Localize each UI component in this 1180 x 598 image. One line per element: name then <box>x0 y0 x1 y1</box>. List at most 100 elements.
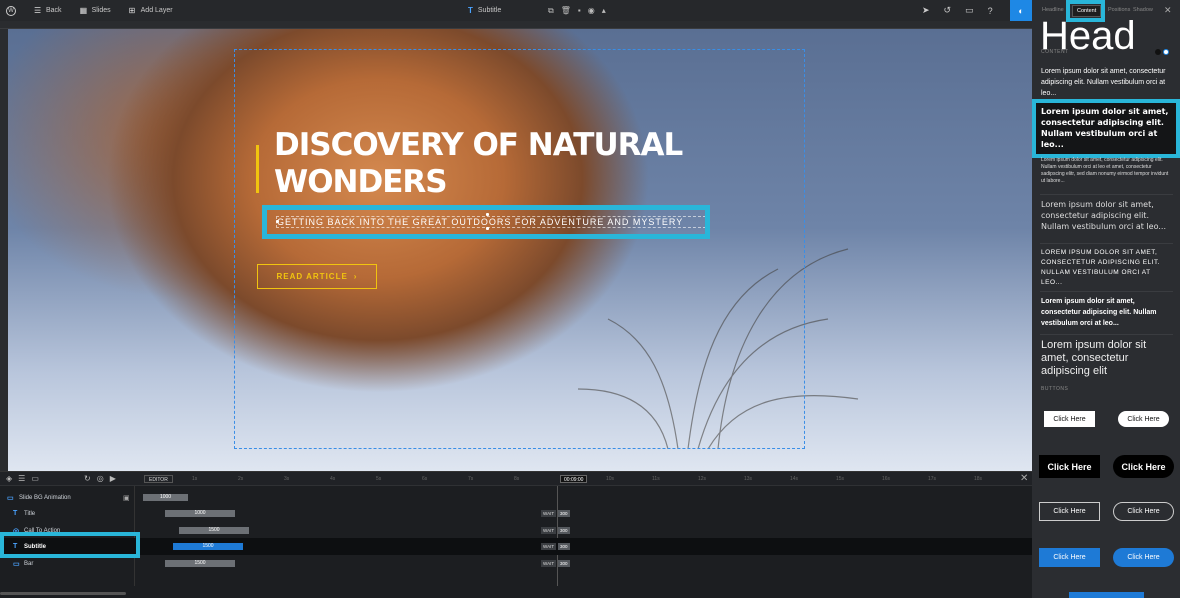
animation-bar[interactable]: 1000 <box>143 494 188 501</box>
current-layer-indicator[interactable]: T Subtitle <box>468 0 501 21</box>
loop-icon[interactable]: ↻ <box>84 474 91 483</box>
visibility-icon[interactable]: ◉ <box>588 6 595 15</box>
list-icon[interactable]: ☰ <box>18 474 25 483</box>
duplicate-icon[interactable]: ⧉ <box>548 6 554 16</box>
timeline-tick-label: 4s <box>330 476 336 482</box>
wait-label: WAIT <box>541 510 557 517</box>
menu-icon: ☰ <box>34 5 42 15</box>
divider <box>1040 291 1173 292</box>
timeline-tick-label: 7s <box>468 476 474 482</box>
button-preset-white-round[interactable]: Click Here <box>1118 411 1169 427</box>
button-preset-black-round[interactable]: Click Here <box>1113 455 1174 478</box>
theme-toggle-button[interactable]: ◐ <box>1010 0 1032 21</box>
wait-label: WAIT <box>541 527 557 534</box>
timeline-tick-label: 12s <box>698 476 707 482</box>
content-preset-1[interactable]: Lorem ipsum dolor sit amet, consectetur … <box>1041 66 1169 99</box>
button-preset-outline-square[interactable]: Click Here <box>1039 502 1100 521</box>
help-icon[interactable]: ? <box>988 6 993 16</box>
animation-bar[interactable]: 1500 <box>165 560 235 567</box>
timeline-tick-label: 5s <box>376 476 382 482</box>
play-icon[interactable]: ▶ <box>110 474 116 483</box>
timeline-tick-label: 17s <box>928 476 937 482</box>
light-swatch[interactable] <box>1163 49 1169 55</box>
timeline-layer-row[interactable]: T Title 1000 WAIT 300 <box>0 505 1032 522</box>
back-button[interactable]: ☰ Back <box>34 5 62 15</box>
read-article-button-layer[interactable]: READ ARTICLE › <box>257 264 377 289</box>
content-preset-7[interactable]: Lorem ipsum dolor sit amet, consectetur … <box>1041 339 1169 378</box>
timeline-tick-label: 10s <box>606 476 615 482</box>
horizontal-ruler <box>0 21 1032 29</box>
timeline-tick-label: 3s <box>284 476 290 482</box>
content-preset-4[interactable]: Lorem ipsum dolor sit amet, consectetur … <box>1041 199 1169 232</box>
slide-canvas[interactable]: DISCOVERY OF NATURAL WONDERS GETTING BAC… <box>8 29 1032 471</box>
timeline-tick-label: 1s <box>192 476 198 482</box>
timeline-tick-label: 15s <box>836 476 845 482</box>
timeline-layer-row[interactable]: ◎ Call To Action 1500 WAIT 300 <box>0 522 1032 539</box>
divider <box>1040 334 1173 335</box>
timeline-tick-label: 2s <box>238 476 244 482</box>
close-panel-icon[interactable]: ✕ <box>1164 5 1172 16</box>
wait-value[interactable]: 300 <box>558 510 570 517</box>
time-display[interactable]: 00:09:00 <box>560 475 588 483</box>
timeline-panel: ◈ ☰ ▭ ↻ ◎ ▶ EDITOR 1s2s3s4s5s6s7s8s9s10s… <box>0 471 1032 598</box>
text-layer-icon: T <box>468 6 473 15</box>
button-preset-partial[interactable] <box>1069 592 1144 598</box>
title-layer[interactable]: DISCOVERY OF NATURAL WONDERS <box>274 127 714 201</box>
button-preset-blue-round[interactable]: Click Here <box>1113 548 1174 567</box>
timeline-tick-label: 11s <box>652 476 660 482</box>
content-preset-3[interactable]: Lorem ipsum dolor sit amet, consectetur … <box>1041 157 1169 185</box>
timeline-tick-label: 16s <box>882 476 891 482</box>
slides-button[interactable]: ▦ Slides <box>79 5 111 15</box>
wordpress-icon[interactable]: W <box>6 5 16 16</box>
close-timeline-icon[interactable]: ✕ <box>1020 473 1028 484</box>
wait-value[interactable]: 300 <box>558 543 570 550</box>
animation-bar[interactable]: 1000 <box>165 510 235 517</box>
layer-group-bounds <box>234 49 805 449</box>
delete-icon[interactable]: 🗑 <box>561 6 571 15</box>
subtitle-row-highlight <box>0 532 140 558</box>
accent-bar-layer[interactable] <box>256 145 259 193</box>
slide-icon: ▭ <box>7 494 14 502</box>
caret-up-icon[interactable]: ▴ <box>602 6 606 15</box>
layer-tools: ⧉ 🗑 ▪ ◉ ▴ <box>548 0 606 21</box>
slides-icon: ▦ <box>79 5 88 15</box>
buttons-section-label: BUTTONS <box>1041 386 1069 392</box>
sound-icon[interactable]: ◎ <box>97 474 104 483</box>
button-preset-black-square[interactable]: Click Here <box>1039 455 1100 478</box>
folder-icon[interactable]: ▭ <box>31 474 39 483</box>
subtitle-highlight-box <box>262 205 710 239</box>
divider <box>1040 194 1173 195</box>
layers-icon[interactable]: ◈ <box>6 474 12 483</box>
cursor-icon[interactable]: ➤ <box>922 5 930 16</box>
desktop-view-icon[interactable]: ▭ <box>965 5 974 16</box>
content-preset-6[interactable]: Lorem ipsum dolor sit amet, consectetur … <box>1041 296 1169 329</box>
button-preset-blue-square[interactable]: Click Here <box>1039 548 1100 567</box>
dark-swatch[interactable] <box>1155 49 1161 55</box>
timeline-layer-row-selected[interactable]: T Subtitle 1500 WAIT 300 <box>0 538 1032 555</box>
editor-tools: ➤ ↺ ▭ ? <box>922 0 993 21</box>
lock-icon[interactable]: ▪ <box>578 6 581 15</box>
animation-bar[interactable]: 1500 <box>173 543 243 550</box>
timeline-tick-label: 6s <box>422 476 428 482</box>
button-preset-outline-round[interactable]: Click Here <box>1113 502 1174 521</box>
timeline-header: ◈ ☰ ▭ ↻ ◎ ▶ EDITOR 1s2s3s4s5s6s7s8s9s10s… <box>0 472 1032 486</box>
color-mode-switch[interactable] <box>1155 49 1169 55</box>
wait-value[interactable]: 300 <box>558 560 570 567</box>
wait-value[interactable]: 300 <box>558 527 570 534</box>
content-preset-5[interactable]: LOREM IPSUM DOLOR SIT AMET, CONSECTETUR … <box>1041 248 1169 288</box>
tab-positions[interactable]: Positions <box>1108 7 1130 13</box>
divider <box>1040 243 1173 244</box>
button-preset-white-square[interactable]: Click Here <box>1044 411 1095 427</box>
animation-bar[interactable]: 1500 <box>179 527 249 534</box>
tab-headline[interactable]: Headline <box>1042 7 1064 13</box>
timeline-layer-row[interactable]: ▭ Slide BG Animation ▣ 1000 <box>0 489 1032 506</box>
timeline-layer-row[interactable]: ▭ Bar 1500 WAIT 300 <box>0 555 1032 572</box>
add-layer-button[interactable]: ⊞ Add Layer <box>129 6 173 15</box>
horizontal-scrollbar[interactable] <box>0 592 126 595</box>
content-preset-2-selected[interactable]: Lorem ipsum dolor sit amet, consectetur … <box>1041 106 1169 150</box>
timeline-tick-label: 8s <box>514 476 520 482</box>
editor-mode-badge[interactable]: EDITOR <box>144 475 173 483</box>
undo-icon[interactable]: ↺ <box>944 5 952 16</box>
image-icon[interactable]: ▣ <box>123 494 130 502</box>
tab-shadow[interactable]: Shadow <box>1133 7 1153 13</box>
